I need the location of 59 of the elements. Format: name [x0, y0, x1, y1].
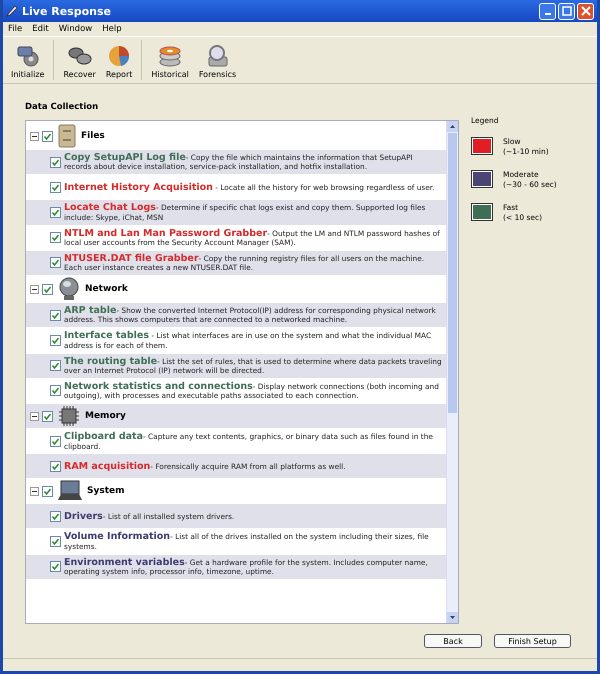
- scroll-down-icon[interactable]: [447, 612, 458, 623]
- maximize-button[interactable]: [558, 2, 575, 20]
- checkbox[interactable]: [50, 206, 61, 218]
- maximize-icon: [562, 6, 572, 16]
- toolbar-button[interactable]: Forensics: [194, 43, 240, 80]
- tree-toggle-icon[interactable]: [30, 132, 39, 140]
- scrollbar[interactable]: [446, 121, 458, 623]
- menu-item[interactable]: Edit: [32, 24, 49, 34]
- checkbox[interactable]: [42, 130, 53, 142]
- checkbox[interactable]: [50, 510, 61, 522]
- toolbar-button[interactable]: Recover: [59, 43, 100, 80]
- checkbox[interactable]: [50, 257, 61, 268]
- checkbox[interactable]: [42, 410, 53, 422]
- checkbox[interactable]: [50, 460, 61, 472]
- menu-item[interactable]: Help: [102, 24, 122, 34]
- group-label: Memory: [85, 411, 126, 422]
- pie-chart-icon: [107, 44, 132, 68]
- close-icon: [580, 6, 590, 16]
- window-title: Live Response: [22, 4, 112, 18]
- minimize-button[interactable]: [539, 2, 556, 20]
- chip-icon: [58, 405, 80, 428]
- menu-item[interactable]: Window: [58, 24, 92, 34]
- magnifier-icon: [206, 44, 230, 68]
- checkbox[interactable]: [50, 536, 61, 548]
- tree-toggle-icon[interactable]: [30, 284, 39, 294]
- toolbar-button[interactable]: Report: [102, 43, 136, 80]
- globe-icon: [58, 277, 80, 302]
- group-label: Files: [81, 131, 105, 141]
- section-title: Data Collection: [25, 102, 100, 112]
- group-label: Network: [85, 284, 128, 294]
- checkbox[interactable]: [50, 385, 61, 396]
- dialog-button[interactable]: Finish Setup: [494, 634, 571, 648]
- checkbox[interactable]: [50, 182, 61, 193]
- color-swatch: [471, 137, 493, 155]
- toolbar-button[interactable]: Initialize: [7, 43, 48, 80]
- checkbox[interactable]: [50, 436, 61, 447]
- toolbar-button[interactable]: Historical: [147, 43, 193, 80]
- checkbox[interactable]: [42, 486, 53, 497]
- checkbox[interactable]: [42, 284, 53, 295]
- tree-toggle-icon[interactable]: [30, 412, 39, 421]
- close-button[interactable]: [577, 2, 594, 20]
- menu-item[interactable]: File: [8, 24, 22, 34]
- color-swatch: [471, 203, 493, 221]
- color-swatch: [471, 170, 493, 188]
- checkbox[interactable]: [50, 561, 61, 572]
- minimize-icon: [544, 13, 550, 15]
- tree-toggle-icon[interactable]: [30, 486, 39, 496]
- checkbox[interactable]: [50, 232, 61, 244]
- checkbox[interactable]: [50, 156, 61, 168]
- scroll-up-icon[interactable]: [447, 121, 458, 132]
- laptop-icon: [58, 480, 82, 502]
- checkbox[interactable]: [50, 334, 61, 346]
- disk-stack-icon: [158, 44, 182, 68]
- cabinet-icon: [58, 124, 76, 148]
- dialog-button[interactable]: Back: [424, 634, 482, 648]
- group-label: System: [87, 486, 124, 496]
- pen-icon: [6, 5, 18, 17]
- checkbox[interactable]: [50, 360, 61, 372]
- checkbox[interactable]: [50, 310, 61, 321]
